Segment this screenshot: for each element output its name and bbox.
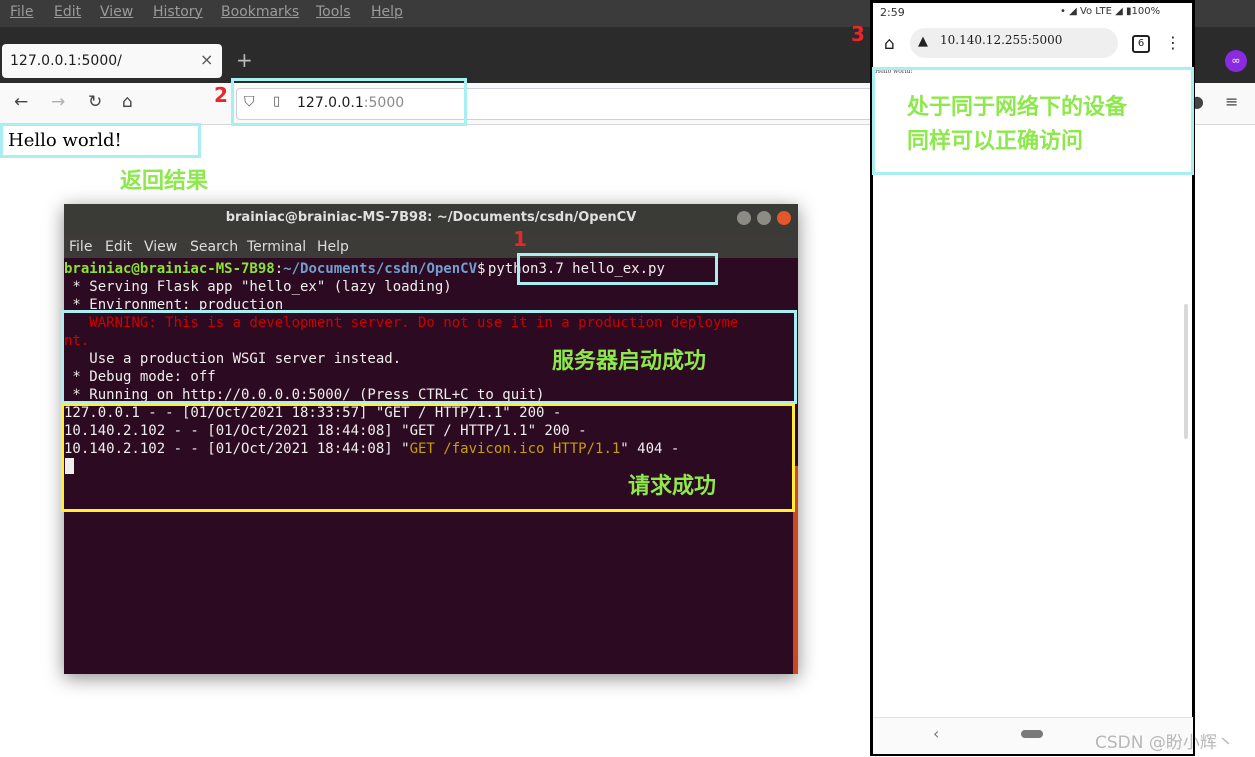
phone-scrollbar: [1184, 304, 1188, 439]
highlight-result-box: [0, 123, 201, 158]
reload-icon[interactable]: ↻: [88, 92, 102, 112]
hamburger-menu-icon[interactable]: ≡: [1225, 92, 1238, 111]
highlight-url-box: [231, 78, 467, 126]
extension-icon[interactable]: ∞: [1225, 50, 1247, 72]
back-arrow-icon[interactable]: ←: [14, 92, 28, 112]
highlight-phone-box: [872, 67, 1194, 175]
menu-help[interactable]: Help: [371, 4, 403, 20]
menu-tools[interactable]: Tools: [316, 4, 351, 20]
phone-status-icons: • ◢ Vo LTE ◢ ▮100%: [1060, 6, 1161, 17]
warning-icon[interactable]: ▲: [918, 34, 928, 49]
menu-bookmarks[interactable]: Bookmarks: [221, 4, 299, 20]
terminal-title: brainiac@brainiac-MS-7B98: ~/Documents/c…: [225, 210, 637, 225]
step-number-2: 2: [214, 83, 228, 107]
phone-back-icon[interactable]: ‹: [933, 724, 939, 743]
label-server-started: 服务器启动成功: [552, 349, 707, 374]
tab-title: 127.0.0.1:5000/: [10, 53, 122, 69]
term-menu-help[interactable]: Help: [317, 239, 349, 255]
menu-file[interactable]: File: [10, 4, 33, 20]
terminal-line: * Serving Flask app "hello_ex" (lazy loa…: [64, 279, 452, 295]
phone-home-pill[interactable]: [1021, 730, 1043, 738]
menu-edit[interactable]: Edit: [54, 4, 81, 20]
step-number-3: 3: [851, 22, 865, 46]
highlight-command-box: [517, 253, 718, 285]
term-menu-edit[interactable]: Edit: [105, 239, 132, 255]
term-menu-search[interactable]: Search: [190, 239, 238, 255]
phone-status-time: 2:59: [880, 6, 905, 19]
watermark-text: CSDN @盼小辉丶: [1095, 733, 1234, 753]
menu-view[interactable]: View: [100, 4, 133, 20]
forward-arrow-icon[interactable]: →: [51, 92, 65, 112]
tab-close-icon[interactable]: ×: [200, 50, 213, 69]
close-button[interactable]: [777, 211, 791, 225]
term-menu-terminal[interactable]: Terminal: [247, 239, 306, 255]
label-phone-line2: 同样可以正确访问: [907, 129, 1084, 154]
phone-menu-icon[interactable]: ⋮: [1165, 33, 1181, 52]
prompt-user: brainiac@brainiac-MS-7B98: [64, 261, 275, 277]
term-menu-file[interactable]: File: [69, 239, 92, 255]
maximize-button[interactable]: [757, 211, 771, 225]
minimize-button[interactable]: [737, 211, 751, 225]
prompt-sep: :: [274, 261, 284, 277]
phone-home-icon[interactable]: ⌂: [884, 34, 895, 54]
label-return-result: 返回结果: [120, 169, 209, 194]
term-menu-view[interactable]: View: [144, 239, 177, 255]
label-phone-line1: 处于同于网络下的设备: [907, 95, 1128, 120]
phone-url-text[interactable]: 10.140.12.255:5000: [940, 33, 1062, 47]
phone-tabs-icon[interactable]: 6: [1132, 35, 1150, 53]
home-icon[interactable]: ⌂: [122, 92, 133, 112]
menu-history[interactable]: History: [153, 4, 203, 20]
prompt-path: ~/Documents/csdn/OpenCV: [283, 261, 478, 277]
new-tab-icon[interactable]: +: [236, 48, 253, 72]
label-request-success: 请求成功: [628, 474, 717, 499]
step-number-1: 1: [513, 227, 527, 251]
